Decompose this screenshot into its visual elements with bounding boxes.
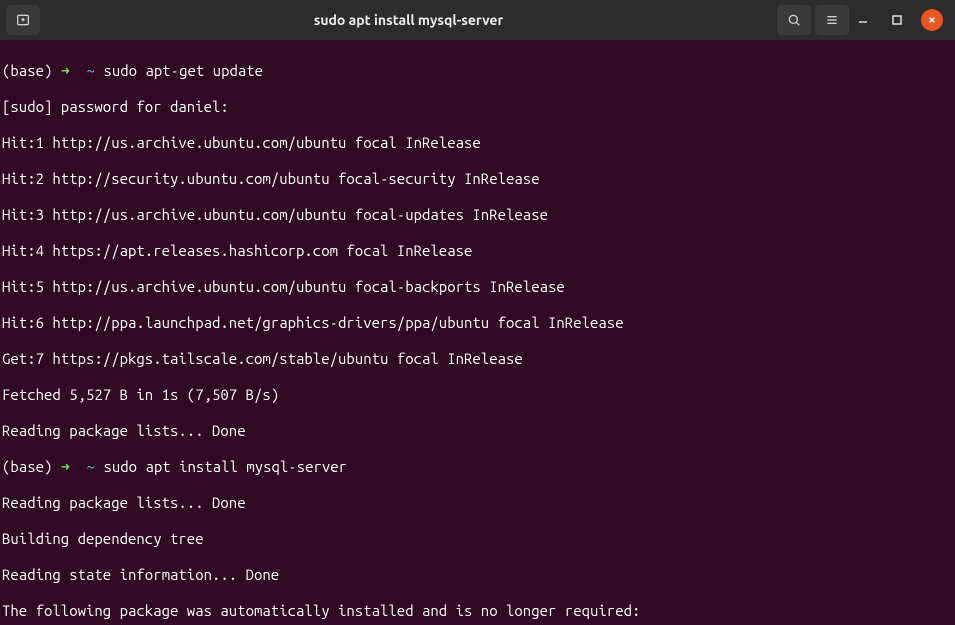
output-line: Reading state information... Done: [2, 566, 953, 584]
output-line: Hit:5 http://us.archive.ubuntu.com/ubunt…: [2, 278, 953, 296]
output-line: Hit:6 http://ppa.launchpad.net/graphics-…: [2, 314, 953, 332]
prompt-arrow: ➜: [61, 62, 70, 79]
window-controls: [853, 9, 949, 31]
terminal-output[interactable]: (base) ➜ ~ sudo apt-get update [sudo] pa…: [0, 40, 955, 625]
output-line: Fetched 5,527 B in 1s (7,507 B/s): [2, 386, 953, 404]
env-label: (base): [2, 458, 52, 475]
command-text: sudo apt-get update: [103, 62, 263, 79]
search-button[interactable]: [777, 5, 811, 35]
new-tab-button[interactable]: [6, 5, 40, 35]
output-line: Hit:4 https://apt.releases.hashicorp.com…: [2, 242, 953, 260]
maximize-button[interactable]: [887, 10, 907, 30]
env-label: (base): [2, 62, 52, 79]
output-line: The following package was automatically …: [2, 602, 953, 620]
prompt-dir: ~: [87, 62, 95, 79]
output-line: [sudo] password for daniel:: [2, 98, 953, 116]
command-text: sudo apt install mysql-server: [103, 458, 347, 475]
titlebar: sudo apt install mysql-server: [0, 0, 955, 40]
output-line: Reading package lists... Done: [2, 494, 953, 512]
output-line: Building dependency tree: [2, 530, 953, 548]
prompt-arrow: ➜: [61, 458, 70, 475]
output-line: Hit:2 http://security.ubuntu.com/ubuntu …: [2, 170, 953, 188]
prompt-line: (base) ➜ ~ sudo apt install mysql-server: [2, 458, 953, 476]
menu-button[interactable]: [815, 5, 849, 35]
output-line: Hit:1 http://us.archive.ubuntu.com/ubunt…: [2, 134, 953, 152]
output-line: Reading package lists... Done: [2, 422, 953, 440]
prompt-line: (base) ➜ ~ sudo apt-get update: [2, 62, 953, 80]
prompt-dir: ~: [87, 458, 95, 475]
output-line: Get:7 https://pkgs.tailscale.com/stable/…: [2, 350, 953, 368]
output-line: Hit:3 http://us.archive.ubuntu.com/ubunt…: [2, 206, 953, 224]
window-title: sudo apt install mysql-server: [44, 12, 773, 28]
minimize-button[interactable]: [853, 10, 873, 30]
close-button[interactable]: [921, 9, 943, 31]
